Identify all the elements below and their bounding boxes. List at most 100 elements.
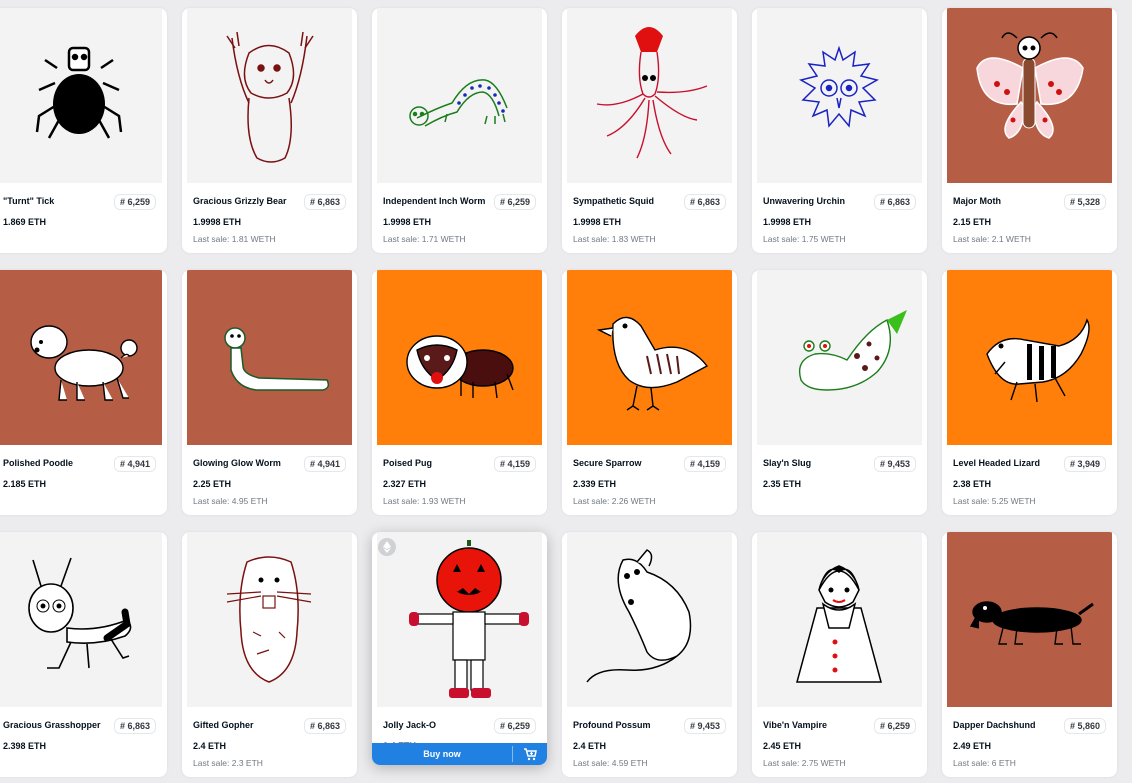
- nft-image[interactable]: [757, 532, 922, 707]
- last-sale: Last sale: 5.25 WETH: [953, 496, 1036, 506]
- nft-image[interactable]: [187, 8, 352, 183]
- nft-card[interactable]: Jolly Jack-O# 6,2592.4 ETHBuy now: [372, 532, 547, 765]
- nft-image[interactable]: [0, 8, 162, 183]
- nft-price: 1.869 ETH: [3, 217, 47, 227]
- nft-card[interactable]: Gifted Gopher # 6,863 2.4 ETH Last sale: 2.…: [182, 532, 357, 777]
- nft-price: 1.9998 ETH: [193, 217, 242, 227]
- nft-card[interactable]: Gracious Grasshopper # 6,863 2.398 ETH: [0, 532, 167, 777]
- nft-price: 2.398 ETH: [3, 741, 47, 751]
- add-to-cart-button[interactable]: [513, 743, 547, 765]
- nft-card[interactable]: Profound Possum # 9,453 2.4 ETH Last sale: …: [562, 532, 737, 777]
- nft-price: 2.327 ETH: [383, 479, 427, 489]
- nft-card[interactable]: Major Moth # 5,328 2.15 ETH Last sale: 2.1 …: [942, 8, 1117, 253]
- buy-bar: Buy now: [372, 743, 547, 765]
- last-sale: Last sale: 1.81 WETH: [193, 234, 276, 244]
- nft-card[interactable]: Glowing Glow Worm # 4,941 2.25 ETH Last sal…: [182, 270, 357, 515]
- nft-name: Poised Pug: [383, 458, 433, 468]
- nft-image[interactable]: [567, 270, 732, 445]
- nft-price: 1.9998 ETH: [763, 217, 812, 227]
- nft-card[interactable]: "Turnt" Tick # 6,259 1.869 ETH: [0, 8, 167, 253]
- rarity-rank-badge: # 6,259: [873, 718, 916, 734]
- rarity-rank-badge: # 4,159: [683, 456, 726, 472]
- nft-name: Level Headed Lizard: [953, 458, 1041, 468]
- nft-card[interactable]: Gracious Grizzly Bear # 6,863 1.9998 ETH La…: [182, 8, 357, 253]
- nft-name: Sympathetic Squid: [573, 196, 655, 206]
- nft-name: Secure Sparrow: [573, 458, 642, 468]
- last-sale: Last sale: 2.1 WETH: [953, 234, 1031, 244]
- eth-icon: [378, 538, 396, 556]
- nft-price: 2.4 ETH: [193, 741, 227, 751]
- nft-name: Dapper Dachshund: [953, 720, 1036, 730]
- nft-image[interactable]: [567, 532, 732, 707]
- nft-name: Major Moth: [953, 196, 1001, 206]
- nft-card[interactable]: Vibe'n Vampire # 6,259 2.45 ETH Last sale: …: [752, 532, 927, 777]
- nft-image[interactable]: [757, 8, 922, 183]
- last-sale: Last sale: 2.26 WETH: [573, 496, 656, 506]
- last-sale: Last sale: 1.93 WETH: [383, 496, 466, 506]
- nft-name: Slay'n Slug: [763, 458, 812, 468]
- nft-card[interactable]: Polished Poodle # 4,941 2.185 ETH: [0, 270, 167, 515]
- nft-card[interactable]: Secure Sparrow # 4,159 2.339 ETH Last sale:…: [562, 270, 737, 515]
- nft-price: 1.9998 ETH: [383, 217, 432, 227]
- nft-card[interactable]: Independent Inch Worm # 6,259 1.9998 ETH La…: [372, 8, 547, 253]
- nft-card[interactable]: Unwavering Urchin # 6,863 1.9998 ETH Last s…: [752, 8, 927, 253]
- last-sale: Last sale: 6 ETH: [953, 758, 1016, 768]
- nft-card[interactable]: Sympathetic Squid # 6,863 1.9998 ETH Last s…: [562, 8, 737, 253]
- nft-image[interactable]: [757, 270, 922, 445]
- rarity-rank-badge: # 6,863: [113, 718, 156, 734]
- nft-card[interactable]: Level Headed Lizard # 3,949 2.38 ETH Last s…: [942, 270, 1117, 515]
- nft-name: Vibe'n Vampire: [763, 720, 828, 730]
- nft-name: Jolly Jack-O: [383, 720, 437, 730]
- nft-image[interactable]: [187, 270, 352, 445]
- nft-image[interactable]: [947, 8, 1112, 183]
- nft-image[interactable]: [947, 270, 1112, 445]
- nft-card[interactable]: Poised Pug # 4,159 2.327 ETH Last sale: 1.9…: [372, 270, 547, 515]
- nft-price: 2.35 ETH: [763, 479, 802, 489]
- last-sale: Last sale: 1.71 WETH: [383, 234, 466, 244]
- cart-icon: [524, 748, 537, 761]
- nft-price: 2.185 ETH: [3, 479, 47, 489]
- rarity-rank-badge: # 4,941: [303, 456, 346, 472]
- last-sale: Last sale: 1.83 WETH: [573, 234, 656, 244]
- last-sale: Last sale: 4.95 ETH: [193, 496, 268, 506]
- nft-image[interactable]: [377, 532, 542, 707]
- nft-image[interactable]: [377, 270, 542, 445]
- nft-name: Glowing Glow Worm: [193, 458, 281, 468]
- nft-price: 1.9998 ETH: [573, 217, 622, 227]
- last-sale: Last sale: 4.59 ETH: [573, 758, 648, 768]
- rarity-rank-badge: # 6,259: [493, 718, 536, 734]
- nft-price: 2.339 ETH: [573, 479, 617, 489]
- buy-now-button[interactable]: Buy now: [372, 743, 512, 765]
- nft-price: 2.38 ETH: [953, 479, 992, 489]
- nft-price: 2.4 ETH: [573, 741, 607, 751]
- nft-name: Gifted Gopher: [193, 720, 254, 730]
- nft-image[interactable]: [947, 532, 1112, 707]
- rarity-rank-badge: # 6,863: [303, 194, 346, 210]
- nft-price: 2.45 ETH: [763, 741, 802, 751]
- rarity-rank-badge: # 3,949: [1063, 456, 1106, 472]
- last-sale: Last sale: 1.75 WETH: [763, 234, 846, 244]
- nft-name: Polished Poodle: [3, 458, 74, 468]
- nft-card[interactable]: Dapper Dachshund # 5,860 2.49 ETH Last sale…: [942, 532, 1117, 777]
- nft-grid: "Turnt" Tick # 6,259 1.869 ETH Gracious Gr…: [0, 0, 1132, 783]
- rarity-rank-badge: # 6,863: [873, 194, 916, 210]
- nft-name: Gracious Grasshopper: [3, 720, 101, 730]
- nft-name: Profound Possum: [573, 720, 651, 730]
- nft-name: "Turnt" Tick: [3, 196, 55, 206]
- last-sale: Last sale: 2.3 ETH: [193, 758, 263, 768]
- rarity-rank-badge: # 4,159: [493, 456, 536, 472]
- nft-name: Independent Inch Worm: [383, 196, 486, 206]
- nft-name: Unwavering Urchin: [763, 196, 846, 206]
- nft-image[interactable]: [0, 532, 162, 707]
- rarity-rank-badge: # 5,860: [1063, 718, 1106, 734]
- rarity-rank-badge: # 6,863: [683, 194, 726, 210]
- nft-image[interactable]: [377, 8, 542, 183]
- rarity-rank-badge: # 9,453: [683, 718, 726, 734]
- nft-image[interactable]: [187, 532, 352, 707]
- nft-image[interactable]: [567, 8, 732, 183]
- rarity-rank-badge: # 4,941: [113, 456, 156, 472]
- nft-card[interactable]: Slay'n Slug # 9,453 2.35 ETH: [752, 270, 927, 515]
- nft-image[interactable]: [0, 270, 162, 445]
- rarity-rank-badge: # 6,863: [303, 718, 346, 734]
- nft-price: 2.15 ETH: [953, 217, 992, 227]
